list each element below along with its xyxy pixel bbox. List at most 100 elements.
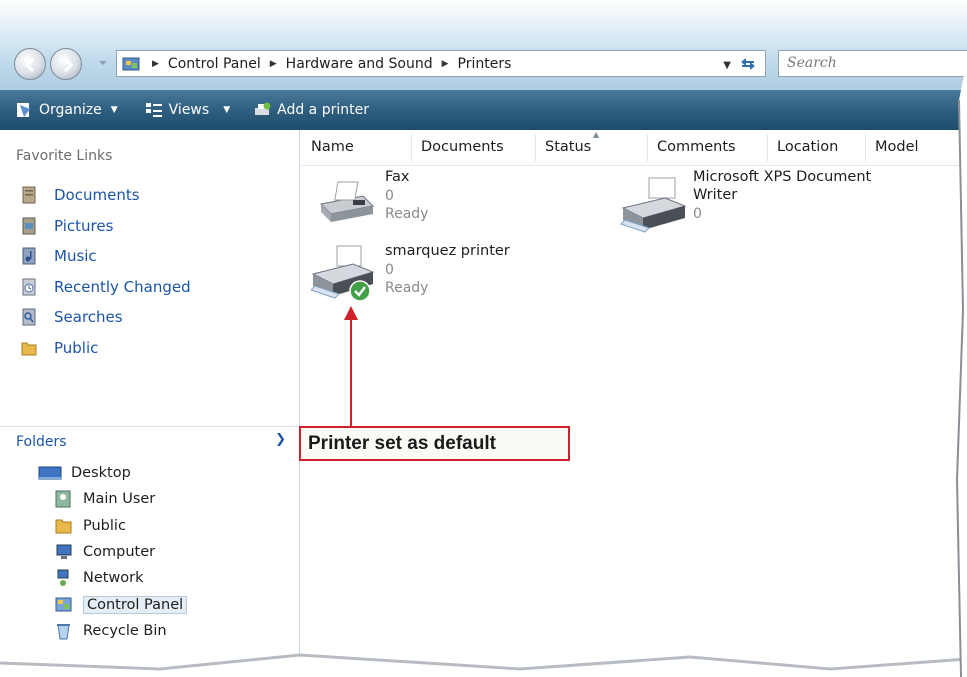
tree-item-label: Network <box>83 570 144 587</box>
tree-item-label: Recycle Bin <box>83 622 167 639</box>
favorite-link-label: Documents <box>54 186 140 205</box>
recently-changed-icon <box>22 278 36 296</box>
organize-button[interactable]: Organize ▼ <box>14 100 118 120</box>
column-divider[interactable] <box>767 134 768 162</box>
tree-item-recycle-bin[interactable]: Recycle Bin <box>54 618 187 644</box>
address-row: ▶ Control Panel ▶ Hardware and Sound ▶ P… <box>14 46 967 82</box>
search-input[interactable]: Search <box>778 50 967 77</box>
printer-item-microsoft-xps[interactable]: Microsoft XPS Document Writer 0 <box>619 168 899 233</box>
column-header-row: Name Documents Status ▲ Comments Locatio… <box>301 130 967 166</box>
add-printer-button[interactable]: Add a printer <box>252 100 369 120</box>
chevron-down-icon: ▼ <box>223 105 231 115</box>
views-button[interactable]: Views ▼ <box>144 100 230 120</box>
favorite-links-list: Documents Pictures Music Recently Change… <box>20 180 191 363</box>
column-divider[interactable] <box>865 134 866 162</box>
chevron-down-icon: ▼ <box>110 105 118 115</box>
column-header-status[interactable]: Status <box>545 139 591 155</box>
add-printer-icon <box>255 102 271 115</box>
printer-name: Fax <box>385 169 410 185</box>
printer-item-smarquez[interactable]: smarquez printer 0 Ready <box>311 240 571 310</box>
column-divider[interactable] <box>647 134 648 162</box>
column-header-location[interactable]: Location <box>777 139 838 155</box>
column-header-documents[interactable]: Documents <box>421 139 504 155</box>
favorite-link-recently-changed[interactable]: Recently Changed <box>20 272 191 303</box>
callout-arrow-line <box>350 320 352 432</box>
tree-item-label: Desktop <box>71 465 131 482</box>
pictures-icon <box>22 217 36 235</box>
favorite-link-documents[interactable]: Documents <box>20 180 191 211</box>
sort-ascending-icon: ▲ <box>593 130 600 139</box>
column-header-model[interactable]: Model <box>875 139 919 155</box>
views-icon <box>145 103 162 117</box>
tree-item-main-user[interactable]: Main User <box>54 486 187 512</box>
breadcrumb-sep-icon: ▶ <box>152 58 159 69</box>
printer-documents: 0 <box>385 188 394 204</box>
printer-status: Ready <box>385 280 429 296</box>
searches-icon <box>22 308 36 326</box>
breadcrumb-printers[interactable]: Printers <box>458 56 512 72</box>
favorite-link-pictures[interactable]: Pictures <box>20 211 191 242</box>
control-panel-icon <box>122 57 140 70</box>
window-chrome: ▶ Control Panel ▶ Hardware and Sound ▶ P… <box>0 0 967 90</box>
folders-title: Folders <box>16 433 67 450</box>
favorite-link-public[interactable]: Public <box>20 333 191 364</box>
forward-arrow-icon <box>63 57 74 73</box>
organize-label: Organize <box>39 102 102 118</box>
history-dropdown-icon[interactable] <box>98 58 108 68</box>
column-divider[interactable] <box>535 134 536 162</box>
breadcrumb-sep-icon: ▶ <box>441 58 449 69</box>
music-icon <box>22 247 36 265</box>
printer-documents: 0 <box>693 206 702 222</box>
printer-status: Ready <box>385 206 429 222</box>
printers-list-view: Name Documents Status ▲ Comments Locatio… <box>301 130 967 677</box>
tree-item-label: Control Panel <box>83 595 188 614</box>
breadcrumb-hardware-and-sound[interactable]: Hardware and Sound <box>286 56 433 72</box>
folders-header[interactable]: Folders ❯ <box>0 426 300 456</box>
user-folder-icon <box>55 490 71 508</box>
desktop-icon <box>38 466 62 480</box>
favorite-link-label: Searches <box>54 308 123 327</box>
tree-item-network[interactable]: Network <box>54 565 187 591</box>
fax-icon <box>319 181 375 222</box>
default-checkmark-icon <box>349 280 371 302</box>
network-icon <box>57 569 69 587</box>
tree-item-public[interactable]: Public <box>54 513 187 539</box>
torn-edge-right <box>955 60 967 677</box>
favorite-link-label: Public <box>54 338 99 357</box>
breadcrumb-sep-icon: ▶ <box>269 58 277 69</box>
refresh-icon[interactable] <box>737 54 759 74</box>
tree-item-desktop[interactable]: Desktop <box>38 460 187 486</box>
organize-icon <box>17 103 30 117</box>
command-toolbar: Organize ▼ Views ▼ Add a printer <box>0 90 967 130</box>
folder-icon <box>21 342 37 356</box>
callout-arrow-head <box>344 306 358 320</box>
forward-button[interactable] <box>50 48 82 80</box>
tree-item-label: Public <box>83 517 126 534</box>
favorite-link-label: Music <box>54 247 97 266</box>
favorite-links-title: Favorite Links <box>16 148 113 164</box>
control-panel-icon <box>55 597 72 612</box>
favorite-link-music[interactable]: Music <box>20 241 191 272</box>
tree-item-computer[interactable]: Computer <box>54 539 187 565</box>
breadcrumb-control-panel[interactable]: Control Panel <box>168 56 261 72</box>
folder-icon <box>55 519 72 534</box>
printer-item-fax[interactable]: Fax 0 Ready <box>313 168 573 230</box>
favorite-link-label: Pictures <box>54 216 114 235</box>
column-divider[interactable] <box>411 134 412 162</box>
column-header-comments[interactable]: Comments <box>657 139 736 155</box>
back-button[interactable] <box>14 48 46 80</box>
tree-item-control-panel[interactable]: Control Panel <box>54 591 188 617</box>
recycle-bin-icon <box>57 623 70 640</box>
back-arrow-icon <box>24 57 35 73</box>
address-dropdown-icon[interactable]: ▼ <box>723 60 731 71</box>
tree-item-label: Main User <box>83 491 156 508</box>
navigation-pane: Favorite Links Documents Pictures Music … <box>0 130 300 677</box>
favorite-link-searches[interactable]: Searches <box>20 302 191 333</box>
printer-icon <box>620 177 687 233</box>
column-header-name[interactable]: Name <box>311 139 354 155</box>
address-bar[interactable]: ▶ Control Panel ▶ Hardware and Sound ▶ P… <box>116 50 766 77</box>
chevron-down-icon[interactable]: ❯ <box>275 432 286 447</box>
explorer-window: ▶ Control Panel ▶ Hardware and Sound ▶ P… <box>0 0 967 677</box>
printer-documents: 0 <box>385 262 394 278</box>
add-printer-label: Add a printer <box>277 102 369 118</box>
